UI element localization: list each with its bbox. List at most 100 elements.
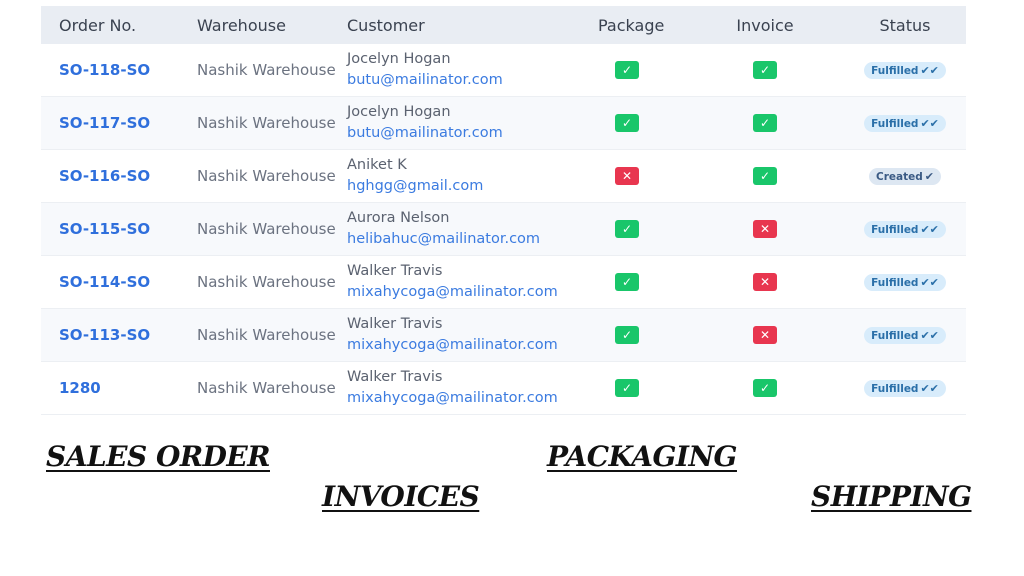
label-shipping: SHIPPING (811, 480, 972, 513)
double-check-icon: ✔✔ (920, 117, 939, 130)
warehouse-cell: Nashik Warehouse (197, 273, 336, 291)
check-icon: ✔ (924, 170, 934, 183)
label-sales-order: SALES ORDER (46, 440, 271, 473)
order-number-link[interactable]: SO-113-SO (59, 326, 150, 344)
customer-cell: Jocelyn Hogan butu@mailinator.com (347, 102, 503, 144)
double-check-icon: ✔✔ (920, 329, 939, 342)
header-status[interactable]: Status (863, 16, 947, 35)
double-check-icon: ✔✔ (920, 223, 939, 236)
header-package[interactable]: Package (598, 16, 664, 35)
table-row[interactable]: SO-118-SO Nashik Warehouse Jocelyn Hogan… (41, 44, 966, 97)
status-badge: Fulfilled ✔✔ (864, 274, 946, 291)
table-row[interactable]: SO-117-SO Nashik Warehouse Jocelyn Hogan… (41, 97, 966, 150)
package-cell: ✓ (598, 114, 656, 132)
header-customer[interactable]: Customer (347, 16, 425, 35)
sales-orders-table: Order No. Warehouse Customer Package Inv… (41, 6, 966, 415)
status-label: Fulfilled (871, 330, 919, 342)
customer-cell: Aurora Nelson helibahuc@mailinator.com (347, 208, 540, 250)
status-cell: Fulfilled ✔✔ (863, 273, 947, 291)
cross-icon[interactable]: ✕ (615, 167, 639, 185)
table-row[interactable]: SO-115-SO Nashik Warehouse Aurora Nelson… (41, 203, 966, 256)
order-number-link[interactable]: SO-117-SO (59, 114, 150, 132)
status-badge: Created ✔ (869, 168, 941, 185)
warehouse-cell: Nashik Warehouse (197, 114, 336, 132)
customer-name: Aurora Nelson (347, 210, 450, 226)
customer-name: Walker Travis (347, 369, 443, 385)
order-number-link[interactable]: SO-118-SO (59, 61, 150, 79)
invoice-cell: ✓ (736, 167, 794, 185)
warehouse-cell: Nashik Warehouse (197, 379, 336, 397)
check-icon[interactable]: ✓ (615, 326, 639, 344)
status-label: Fulfilled (871, 383, 919, 395)
status-label: Fulfilled (871, 277, 919, 289)
status-badge: Fulfilled ✔✔ (864, 380, 946, 397)
table-row[interactable]: SO-113-SO Nashik Warehouse Walker Travis… (41, 309, 966, 362)
status-cell: Created ✔ (863, 167, 947, 185)
status-badge: Fulfilled ✔✔ (864, 221, 946, 238)
customer-email-link[interactable]: helibahuc@mailinator.com (347, 228, 540, 250)
package-cell: ✓ (598, 61, 656, 79)
invoice-cell: ✕ (736, 326, 794, 344)
package-cell: ✕ (598, 167, 656, 185)
check-icon[interactable]: ✓ (615, 379, 639, 397)
package-cell: ✓ (598, 220, 656, 238)
status-badge: Fulfilled ✔✔ (864, 62, 946, 79)
cross-icon[interactable]: ✕ (753, 273, 777, 291)
package-cell: ✓ (598, 326, 656, 344)
double-check-icon: ✔✔ (920, 382, 939, 395)
header-invoice[interactable]: Invoice (736, 16, 794, 35)
order-number-link[interactable]: 1280 (59, 379, 101, 397)
check-icon[interactable]: ✓ (615, 61, 639, 79)
check-icon[interactable]: ✓ (615, 273, 639, 291)
order-number-link[interactable]: SO-115-SO (59, 220, 150, 238)
invoice-cell: ✓ (736, 61, 794, 79)
label-packaging: PACKAGING (547, 440, 737, 473)
customer-cell: Walker Travis mixahycoga@mailinator.com (347, 367, 558, 409)
customer-cell: Jocelyn Hogan butu@mailinator.com (347, 49, 503, 91)
customer-email-link[interactable]: mixahycoga@mailinator.com (347, 281, 558, 303)
warehouse-cell: Nashik Warehouse (197, 220, 336, 238)
customer-email-link[interactable]: mixahycoga@mailinator.com (347, 334, 558, 356)
table-row[interactable]: SO-116-SO Nashik Warehouse Aniket K hghg… (41, 150, 966, 203)
status-cell: Fulfilled ✔✔ (863, 114, 947, 132)
check-icon[interactable]: ✓ (753, 61, 777, 79)
status-cell: Fulfilled ✔✔ (863, 326, 947, 344)
customer-name: Walker Travis (347, 263, 443, 279)
header-warehouse[interactable]: Warehouse (197, 16, 286, 35)
status-label: Fulfilled (871, 224, 919, 236)
warehouse-cell: Nashik Warehouse (197, 167, 336, 185)
cross-icon[interactable]: ✕ (753, 220, 777, 238)
warehouse-cell: Nashik Warehouse (197, 326, 336, 344)
customer-cell: Walker Travis mixahycoga@mailinator.com (347, 314, 558, 356)
table-row[interactable]: SO-114-SO Nashik Warehouse Walker Travis… (41, 256, 966, 309)
check-icon[interactable]: ✓ (615, 114, 639, 132)
table-row[interactable]: 1280 Nashik Warehouse Walker Travis mixa… (41, 362, 966, 415)
double-check-icon: ✔✔ (920, 276, 939, 289)
customer-name: Jocelyn Hogan (347, 51, 451, 67)
customer-email-link[interactable]: hghgg@gmail.com (347, 175, 483, 197)
check-icon[interactable]: ✓ (753, 167, 777, 185)
customer-email-link[interactable]: butu@mailinator.com (347, 122, 503, 144)
status-label: Fulfilled (871, 118, 919, 130)
check-icon[interactable]: ✓ (753, 114, 777, 132)
status-cell: Fulfilled ✔✔ (863, 220, 947, 238)
cross-icon[interactable]: ✕ (753, 326, 777, 344)
order-number-link[interactable]: SO-116-SO (59, 167, 150, 185)
customer-email-link[interactable]: butu@mailinator.com (347, 69, 503, 91)
warehouse-cell: Nashik Warehouse (197, 61, 336, 79)
invoice-cell: ✓ (736, 379, 794, 397)
customer-email-link[interactable]: mixahycoga@mailinator.com (347, 387, 558, 409)
status-label: Fulfilled (871, 65, 919, 77)
customer-name: Aniket K (347, 157, 407, 173)
order-number-link[interactable]: SO-114-SO (59, 273, 150, 291)
customer-name: Walker Travis (347, 316, 443, 332)
header-order-no[interactable]: Order No. (59, 16, 136, 35)
check-icon[interactable]: ✓ (753, 379, 777, 397)
invoice-cell: ✕ (736, 220, 794, 238)
status-badge: Fulfilled ✔✔ (864, 115, 946, 132)
package-cell: ✓ (598, 379, 656, 397)
check-icon[interactable]: ✓ (615, 220, 639, 238)
double-check-icon: ✔✔ (920, 64, 939, 77)
invoice-cell: ✓ (736, 114, 794, 132)
label-invoices: INVOICES (322, 480, 480, 513)
